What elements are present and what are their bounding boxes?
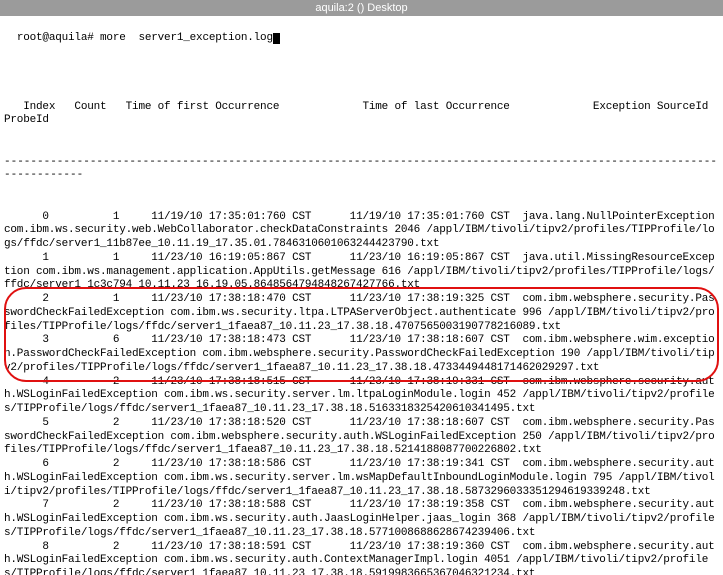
terminal-body[interactable]: root@aquila# more server1_exception.log … xyxy=(0,16,723,575)
log-row: 1 1 11/23/10 16:19:05:867 CST 11/23/10 1… xyxy=(4,252,719,293)
separator: ----------------------------------------… xyxy=(4,156,719,184)
cursor xyxy=(273,33,280,44)
log-row: 4 2 11/23/10 17:38:18:515 CST 11/23/10 1… xyxy=(4,376,719,417)
shell-prompt: root@aquila# xyxy=(17,32,100,44)
shell-command: more server1_exception.log xyxy=(100,32,273,44)
log-row: 0 1 11/19/10 17:35:01:760 CST 11/19/10 1… xyxy=(4,211,719,252)
log-row: 5 2 11/23/10 17:38:18:520 CST 11/23/10 1… xyxy=(4,417,719,458)
highlighted-region: 2 1 11/23/10 17:38:18:470 CST 11/23/10 1… xyxy=(4,293,719,376)
log-row: 2 1 11/23/10 17:38:18:470 CST 11/23/10 1… xyxy=(4,293,719,334)
table-header: Index Count Time of first Occurrence Tim… xyxy=(4,101,719,129)
log-row: 8 2 11/23/10 17:38:18:591 CST 11/23/10 1… xyxy=(4,541,719,575)
log-row: 6 2 11/23/10 17:38:18:586 CST 11/23/10 1… xyxy=(4,458,719,499)
log-row: 7 2 11/23/10 17:38:18:588 CST 11/23/10 1… xyxy=(4,499,719,540)
window-title: aquila:2 () Desktop xyxy=(315,2,407,14)
window-titlebar: aquila:2 () Desktop xyxy=(0,0,723,16)
log-row: 3 6 11/23/10 17:38:18:473 CST 11/23/10 1… xyxy=(4,334,719,375)
